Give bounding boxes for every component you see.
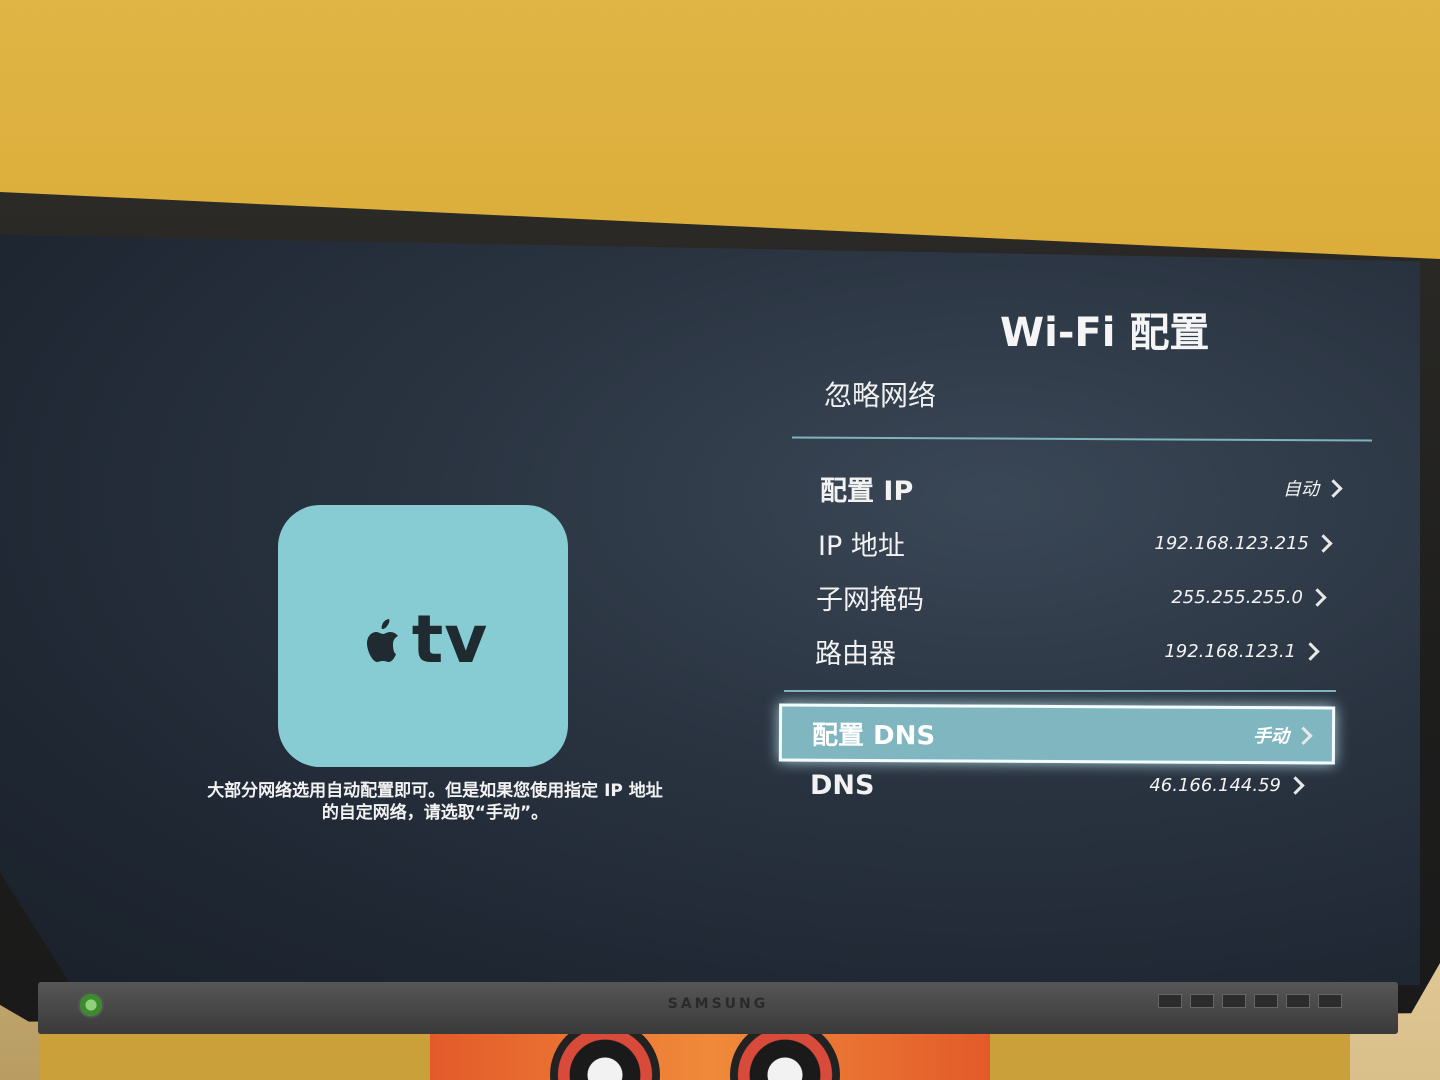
dns-value-text: 46.166.144.59 (1149, 774, 1281, 796)
monitor-button[interactable] (1286, 994, 1310, 1008)
config-ip-value-text: 自动 (1283, 479, 1319, 500)
router-value: 192.168.123.1 (1164, 640, 1320, 662)
ip-address-value: 192.168.123.215 (1154, 532, 1333, 554)
apple-tv-logo-text: tv (411, 601, 489, 678)
monitor-button[interactable] (1254, 994, 1278, 1008)
config-dns-value: 手动 (1252, 722, 1313, 748)
dns-label: DNS (810, 769, 875, 801)
config-ip-row[interactable]: 配置 IP 自动 (820, 468, 1343, 508)
config-dns-row[interactable]: 配置 DNS 手动 (778, 703, 1336, 765)
helper-text: 大部分网络选用自动配置即可。但是如果您使用指定 IP 地址的自定网络，请选取“手… (207, 781, 663, 823)
ip-address-label: IP 地址 (818, 530, 905, 562)
router-value-text: 192.168.123.1 (1164, 640, 1296, 662)
dns-value: 46.166.144.59 (1149, 774, 1305, 796)
monitor-button[interactable] (1222, 994, 1246, 1008)
ip-address-value-text: 192.168.123.215 (1154, 532, 1309, 554)
subnet-mask-label: 子网掩码 (816, 584, 924, 616)
ip-address-row[interactable]: IP 地址 192.168.123.215 (818, 523, 1333, 563)
ignore-network-button[interactable]: 忽略网络 (824, 374, 936, 414)
chevron-right-icon (1286, 775, 1305, 795)
subnet-mask-value: 255.255.255.0 (1171, 586, 1327, 608)
config-ip-label: 配置 IP (820, 475, 914, 507)
subnet-mask-row[interactable]: 子网掩码 255.255.255.0 (816, 577, 1327, 617)
chevron-right-icon (1308, 587, 1327, 607)
apple-tv-logo: tv (278, 601, 568, 678)
monitor-button[interactable] (1158, 994, 1182, 1008)
divider (784, 690, 1336, 692)
monitor-buttons (1158, 994, 1342, 1008)
page-title: Wi-Fi 配置 (1000, 310, 1210, 356)
router-label: 路由器 (815, 638, 896, 670)
apple-logo-icon (366, 619, 398, 662)
chevron-right-icon (1294, 726, 1313, 745)
chevron-right-icon (1324, 478, 1343, 498)
config-ip-value: 自动 (1283, 475, 1343, 501)
chevron-right-icon (1301, 641, 1320, 661)
chevron-right-icon (1314, 533, 1333, 553)
apple-tv-logo-tile: tv (278, 505, 568, 767)
dns-row[interactable]: DNS 46.166.144.59 (810, 765, 1305, 805)
router-row[interactable]: 路由器 192.168.123.1 (815, 631, 1320, 671)
subnet-mask-value-text: 255.255.255.0 (1171, 586, 1303, 608)
monitor-button[interactable] (1190, 994, 1214, 1008)
config-dns-value-text: 手动 (1252, 726, 1290, 748)
config-dns-label: 配置 DNS (811, 720, 936, 751)
monitor-chin: SAMSUNG (38, 982, 1398, 1034)
monitor-power-button[interactable] (1318, 994, 1342, 1008)
